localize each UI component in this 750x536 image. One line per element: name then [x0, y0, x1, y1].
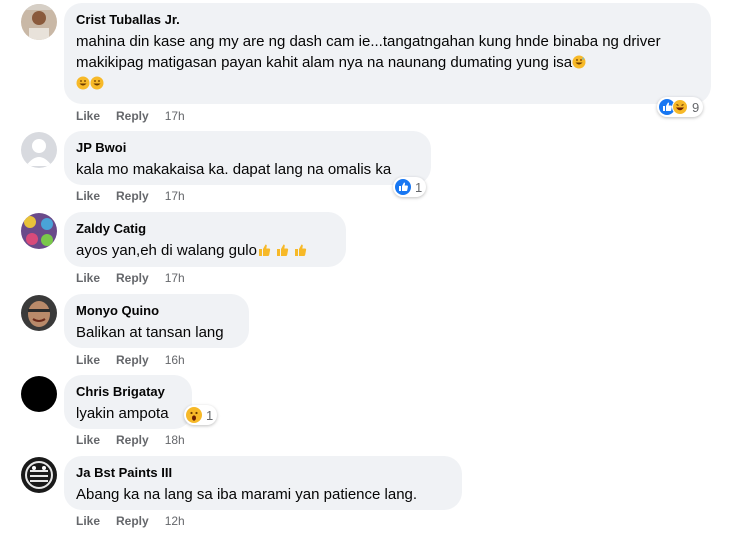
comment-author[interactable]: Chris Brigatay	[76, 383, 180, 400]
avatar[interactable]	[21, 4, 57, 40]
thumbs-up-emoji-icon	[294, 244, 307, 256]
reply-button[interactable]: Reply	[116, 108, 149, 124]
wow-reaction-icon	[186, 407, 202, 423]
comment-bubble: JP Bwoi kala mo makakaisa ka. dapat lang…	[64, 131, 431, 185]
comment-actions: Like Reply 12h	[76, 513, 185, 529]
like-button[interactable]: Like	[76, 513, 100, 529]
timestamp[interactable]: 17h	[165, 188, 185, 204]
reply-button[interactable]: Reply	[116, 432, 149, 448]
avatar[interactable]	[21, 457, 57, 493]
comment-text: Balikan at tansan lang	[76, 324, 224, 341]
like-button[interactable]: Like	[76, 188, 100, 204]
like-button[interactable]: Like	[76, 352, 100, 368]
timestamp[interactable]: 17h	[165, 108, 185, 124]
reaction-summary[interactable]: 1	[393, 177, 427, 197]
reply-button[interactable]: Reply	[116, 270, 149, 286]
reaction-summary[interactable]: 1	[184, 405, 218, 425]
like-reaction-icon	[395, 179, 411, 195]
comment-author[interactable]: Ja Bst Paints III	[76, 464, 450, 481]
haha-reaction-icon	[672, 99, 688, 115]
comment-actions: Like Reply 17h	[76, 270, 185, 286]
comment-actions: Like Reply 18h	[76, 432, 185, 448]
grin-sweat-emoji-icon	[76, 76, 90, 90]
avatar[interactable]	[21, 132, 57, 168]
comment-bubble: Ja Bst Paints III Abang ka na lang sa ib…	[64, 456, 462, 510]
reply-button[interactable]: Reply	[116, 513, 149, 529]
comment-text: ayos yan,eh di walang gulo	[76, 242, 257, 259]
avatar[interactable]	[21, 376, 57, 412]
reaction-summary[interactable]: 9	[657, 97, 704, 117]
comment-text: Abang ka na lang sa iba marami yan patie…	[76, 486, 418, 503]
thumbs-up-emoji-icon	[276, 244, 289, 256]
reaction-count: 1	[206, 407, 214, 423]
comment-bubble: Monyo Quino Balikan at tansan lang	[64, 294, 249, 348]
timestamp[interactable]: 18h	[165, 432, 185, 448]
comment-actions: Like Reply 17h	[76, 188, 185, 204]
like-button[interactable]: Like	[76, 270, 100, 286]
like-button[interactable]: Like	[76, 432, 100, 448]
comment-text: kala mo makakaisa ka. dapat lang na omal…	[76, 161, 392, 178]
avatar[interactable]	[21, 213, 57, 249]
comment-actions: Like Reply 16h	[76, 352, 185, 368]
like-button[interactable]: Like	[76, 108, 100, 124]
comment-author[interactable]: Crist Tuballas Jr.	[76, 11, 699, 28]
reply-button[interactable]: Reply	[116, 352, 149, 368]
reaction-count: 9	[692, 99, 700, 115]
reaction-count: 1	[415, 179, 423, 195]
avatar[interactable]	[21, 295, 57, 331]
comment-author[interactable]: JP Bwoi	[76, 139, 419, 156]
comment-text: lyakin ampota	[76, 405, 169, 422]
timestamp[interactable]: 17h	[165, 270, 185, 286]
thumbs-up-emoji-icon	[258, 244, 271, 256]
comment-bubble: Chris Brigatay lyakin ampota	[64, 375, 192, 429]
comment-actions: Like Reply 17h	[76, 108, 185, 124]
grin-sweat-emoji-icon	[90, 76, 104, 90]
reply-button[interactable]: Reply	[116, 188, 149, 204]
comment-bubble: Crist Tuballas Jr. mahina din kase ang m…	[64, 3, 711, 104]
comment-author[interactable]: Zaldy Catig	[76, 220, 334, 237]
comment-author[interactable]: Monyo Quino	[76, 302, 237, 319]
timestamp[interactable]: 16h	[165, 352, 185, 368]
comment-bubble: Zaldy Catig ayos yan,eh di walang gulo	[64, 212, 346, 267]
timestamp[interactable]: 12h	[165, 513, 185, 529]
grin-sweat-emoji-icon	[572, 55, 586, 69]
